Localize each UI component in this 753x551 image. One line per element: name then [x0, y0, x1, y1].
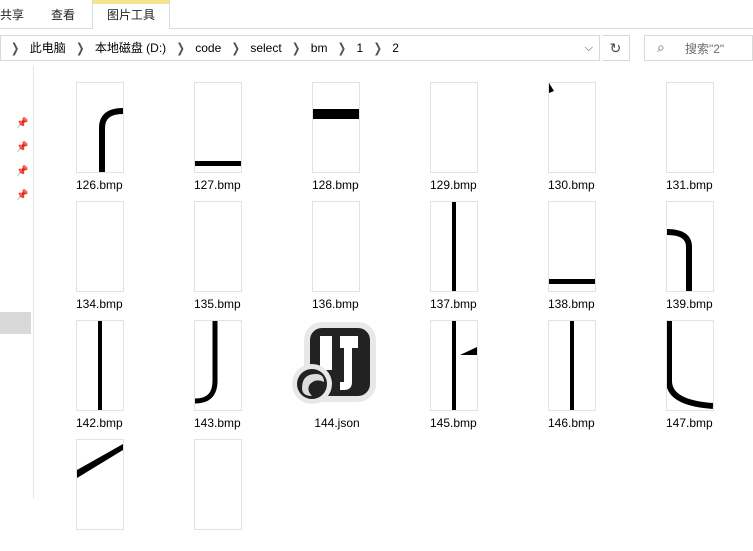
file-name: 128.bmp [312, 178, 359, 192]
file-name: 127.bmp [194, 178, 241, 192]
breadcrumb-code[interactable]: code [192, 36, 224, 60]
tab-view[interactable]: 查看 [40, 0, 86, 28]
chevron-right-icon[interactable]: ❯ [334, 34, 350, 65]
image-thumbnail [430, 320, 478, 411]
breadcrumb: ❯ 此电脑 ❯ 本地磁盘 (D:) ❯ code ❯ select ❯ bm ❯… [7, 36, 402, 60]
breadcrumb-1[interactable]: 1 [354, 36, 367, 60]
image-thumbnail [666, 201, 714, 292]
file-item[interactable]: 143.bmp [178, 320, 268, 432]
refresh-button[interactable]: ↻ [602, 35, 630, 61]
breadcrumb-drive-d[interactable]: 本地磁盘 (D:) [92, 36, 169, 60]
search-placeholder: 搜索"2" [685, 42, 725, 56]
file-item[interactable]: 137.bmp [414, 201, 504, 313]
file-item[interactable]: 130.bmp [532, 82, 622, 194]
chevron-right-icon[interactable]: ❯ [288, 34, 304, 65]
file-item[interactable]: 136.bmp [296, 201, 386, 313]
image-thumbnail [430, 201, 478, 292]
tab-picture-tools[interactable]: 图片工具 [92, 0, 170, 29]
pin-icon: 📌 [16, 166, 29, 177]
image-thumbnail [430, 82, 478, 173]
search-icon: ⌕ [657, 39, 665, 55]
file-name: 142.bmp [76, 416, 123, 430]
chevron-right-icon[interactable]: ❯ [173, 34, 189, 65]
file-item[interactable]: 127.bmp [178, 82, 268, 194]
image-thumbnail [312, 201, 360, 292]
file-item[interactable]: 142.bmp [60, 320, 150, 432]
file-item[interactable] [178, 439, 268, 551]
file-name: 135.bmp [194, 297, 241, 311]
pin-icon: 📌 [16, 190, 29, 201]
file-item[interactable]: 131.bmp [650, 82, 740, 194]
chevron-right-icon[interactable]: ❯ [72, 34, 88, 65]
image-thumbnail [76, 201, 124, 292]
image-thumbnail [76, 82, 124, 173]
chevron-down-icon[interactable]: ⌵ [585, 36, 593, 60]
image-thumbnail [194, 82, 242, 173]
chevron-right-icon[interactable]: ❯ [7, 34, 23, 65]
image-thumbnail [666, 320, 714, 411]
file-item[interactable]: 126.bmp [60, 82, 150, 194]
nav-selected-item[interactable] [0, 312, 31, 334]
image-thumbnail [76, 320, 124, 411]
file-name: 146.bmp [548, 416, 595, 430]
file-item[interactable]: 129.bmp [414, 82, 504, 194]
file-name: 137.bmp [430, 297, 477, 311]
file-name: 138.bmp [548, 297, 595, 311]
file-name: 130.bmp [548, 178, 595, 192]
ribbon-tabs: 共享 查看 图片工具 [0, 0, 753, 29]
image-thumbnail [76, 439, 124, 530]
file-name: 131.bmp [666, 178, 713, 192]
breadcrumb-bm[interactable]: bm [308, 36, 331, 60]
file-item[interactable]: 139.bmp [650, 201, 740, 313]
image-thumbnail [548, 82, 596, 173]
file-item[interactable]: 146.bmp [532, 320, 622, 432]
image-thumbnail [666, 82, 714, 173]
file-name: 136.bmp [312, 297, 359, 311]
chevron-right-icon[interactable]: ❯ [370, 34, 386, 65]
image-thumbnail [194, 439, 242, 530]
breadcrumb-select[interactable]: select [247, 36, 284, 60]
image-thumbnail [194, 320, 242, 411]
file-item[interactable]: 138.bmp [532, 201, 622, 313]
address-bar[interactable]: ❯ 此电脑 ❯ 本地磁盘 (D:) ❯ code ❯ select ❯ bm ❯… [0, 35, 600, 61]
file-item[interactable]: 134.bmp [60, 201, 150, 313]
breadcrumb-this-pc[interactable]: 此电脑 [27, 36, 69, 60]
image-thumbnail [312, 82, 360, 173]
file-name: 129.bmp [430, 178, 477, 192]
refresh-icon: ↻ [609, 40, 622, 56]
breadcrumb-2[interactable]: 2 [389, 36, 402, 60]
file-item[interactable]: 135.bmp [178, 201, 268, 313]
image-thumbnail [548, 320, 596, 411]
pin-icon: 📌 [16, 142, 29, 153]
tab-share[interactable]: 共享 [0, 0, 26, 28]
chevron-right-icon[interactable]: ❯ [228, 34, 244, 65]
json-file-icon [288, 318, 384, 414]
file-item[interactable] [60, 439, 150, 551]
image-thumbnail [548, 201, 596, 292]
search-input[interactable]: ⌕ 搜索"2" [644, 35, 753, 61]
navigation-pane[interactable]: 📌 📌 📌 📌 [0, 66, 34, 499]
file-name: 134.bmp [76, 297, 123, 311]
file-name: 143.bmp [194, 416, 241, 430]
file-item[interactable]: 128.bmp [296, 82, 386, 194]
file-item[interactable]: 147.bmp [650, 320, 740, 432]
image-thumbnail [194, 201, 242, 292]
file-name: 147.bmp [666, 416, 713, 430]
file-item[interactable]: 145.bmp [414, 320, 504, 432]
file-name: 139.bmp [666, 297, 713, 311]
file-item[interactable]: 144.json [292, 320, 386, 432]
pin-icon: 📌 [16, 118, 29, 129]
file-name: 144.json [314, 416, 360, 430]
file-name: 126.bmp [76, 178, 123, 192]
file-name: 145.bmp [430, 416, 477, 430]
